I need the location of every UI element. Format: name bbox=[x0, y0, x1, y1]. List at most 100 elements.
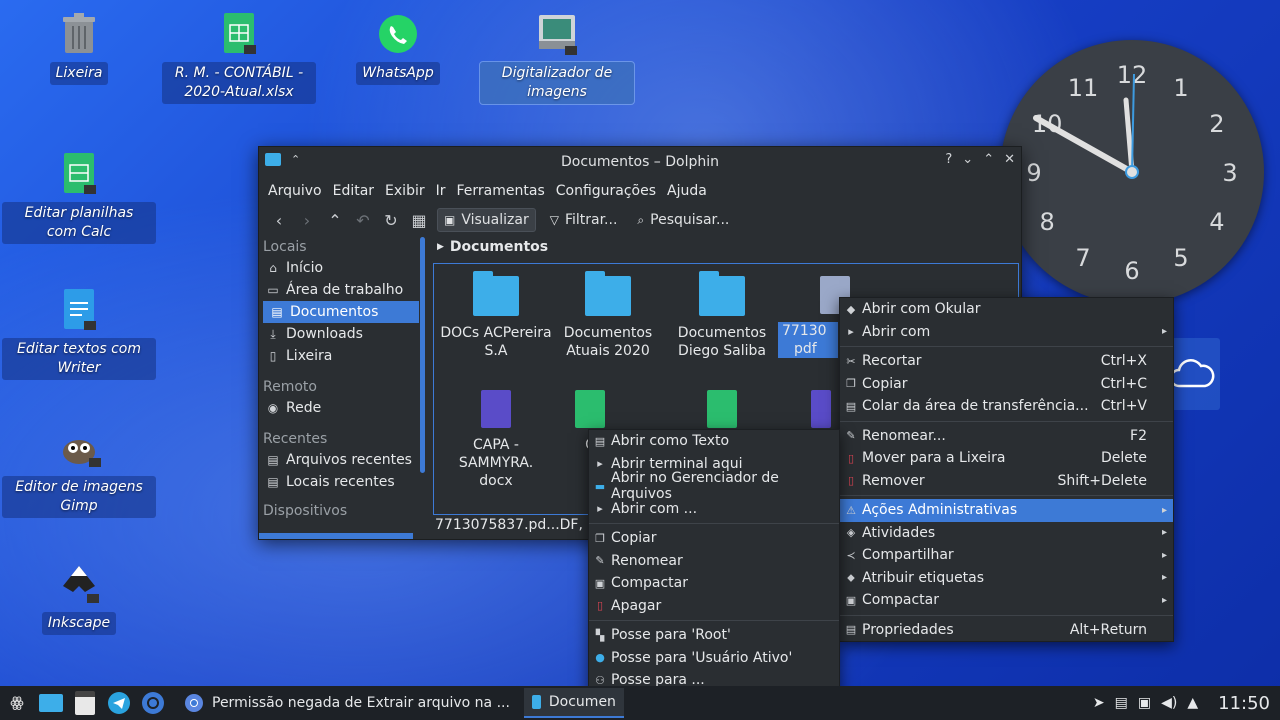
desktop-icon-spreadsheet-file[interactable]: R. M. - CONTÁBIL - 2020-Atual.xlsx bbox=[161, 10, 317, 104]
up-icon[interactable]: ⌃ bbox=[325, 211, 345, 230]
analog-clock-widget[interactable]: 111098765432112 bbox=[1000, 40, 1264, 304]
close-button[interactable]: ✕ bbox=[1004, 152, 1015, 167]
context-menu-item[interactable]: ≺ Compartilhar ▸ bbox=[840, 544, 1173, 567]
menu-item-label: Colar da área de transferência... bbox=[862, 398, 1089, 415]
sidebar-item-rede[interactable]: ◉ Rede bbox=[259, 397, 419, 419]
maximize-button[interactable]: ⌃ bbox=[983, 152, 994, 167]
view-mode-icon[interactable]: ▦ bbox=[409, 211, 429, 230]
menu-item-label: Compartilhar bbox=[862, 547, 954, 564]
desktop-icon-trash[interactable]: Lixeira bbox=[1, 10, 157, 85]
volume-icon[interactable]: ◀) bbox=[1161, 695, 1177, 711]
sidebar-horizontal-scrollbar[interactable] bbox=[259, 533, 413, 539]
filter-button[interactable]: ▽ Filtrar... bbox=[544, 209, 624, 231]
admin-menu-item[interactable]: ✎ Renomear bbox=[589, 550, 839, 573]
browser-launcher[interactable] bbox=[136, 686, 170, 720]
file-item[interactable]: Documentos Diego Saliba bbox=[666, 270, 778, 360]
dolphin-launcher[interactable] bbox=[34, 686, 68, 720]
sidebar-item-inicio[interactable]: ⌂ Início bbox=[259, 257, 419, 279]
sidebar-scrollbar[interactable] bbox=[420, 237, 425, 473]
admin-menu-item[interactable]: ▬ Abrir no Gerenciador de Arquivos bbox=[589, 470, 839, 502]
file-item[interactable]: DOCs ACPereira S.A bbox=[440, 270, 552, 360]
context-menu-item[interactable]: ▸ Abrir com ▸ bbox=[840, 321, 1173, 344]
undo-icon[interactable]: ↶ bbox=[353, 211, 373, 230]
sidebar-item-lixeira[interactable]: ▯ Lixeira bbox=[259, 345, 419, 367]
context-menu-item[interactable]: ▤ Colar da área de transferência... Ctrl+V bbox=[840, 395, 1173, 418]
desktop-icon-gimp[interactable]: Editor de imagens Gimp bbox=[1, 424, 157, 518]
view-button[interactable]: ▣ Visualizar bbox=[437, 208, 536, 232]
context-menu-main: ◆ Abrir com Okular ▸ Abrir com ▸ ✂ Recortar Ctr… bbox=[839, 297, 1174, 642]
admin-menu-item[interactable]: ▯ Apagar bbox=[589, 595, 839, 618]
file-name: DOCs ACPereira S.A bbox=[440, 325, 552, 359]
menu-item-label: Ações Administrativas bbox=[862, 502, 1018, 519]
context-menu-item[interactable]: ▤ Propriedades Alt+Return bbox=[840, 619, 1173, 642]
launcher-icon[interactable]: ꙮ bbox=[0, 686, 34, 720]
sidebar-item-arquivos-recentes[interactable]: ▤ Arquivos recentes bbox=[259, 449, 419, 471]
search-button[interactable]: ⌕ Pesquisar... bbox=[631, 209, 735, 231]
file-name-line2: pdf bbox=[794, 341, 817, 357]
context-menu-item[interactable]: ⚠ Ações Administrativas ▸ bbox=[840, 499, 1173, 522]
context-menu-item[interactable]: ◈ Atividades ▸ bbox=[840, 522, 1173, 545]
menu-item-label: Remover bbox=[862, 472, 925, 489]
telegram-tray-icon[interactable]: ➤ bbox=[1093, 695, 1105, 711]
context-menu-item[interactable]: ▯ Mover para a Lixeira Delete bbox=[840, 447, 1173, 470]
gimp-icon bbox=[55, 424, 103, 472]
menu-item-shortcut: Ctrl+X bbox=[1100, 353, 1147, 370]
context-menu-item[interactable]: ✎ Renomear... F2 bbox=[840, 425, 1173, 448]
admin-menu-item[interactable]: ▚ Posse para 'Root' bbox=[589, 624, 839, 647]
admin-menu-item[interactable]: ● Posse para 'Usuário Ativo' bbox=[589, 647, 839, 670]
minimize-button[interactable]: ⌄ bbox=[962, 152, 973, 167]
desktop-icon-writer[interactable]: Editar textos com Writer bbox=[1, 286, 157, 380]
context-menu-item[interactable]: ▣ Compactar ▸ bbox=[840, 589, 1173, 612]
menu-arquivo[interactable]: Arquivo bbox=[268, 183, 322, 199]
admin-menu-item[interactable]: ▤ Abrir como Texto bbox=[589, 430, 839, 453]
sidebar-item-documentos[interactable]: ▤ Documentos bbox=[263, 301, 419, 323]
task-chrome[interactable]: Permissão negada de Extrair arquivo na .… bbox=[176, 688, 518, 718]
menu-editar[interactable]: Editar bbox=[333, 183, 374, 199]
sidebar-item-downloads[interactable]: ⤓ Downloads bbox=[259, 323, 419, 345]
context-menu-item[interactable]: ✂ Recortar Ctrl+X bbox=[840, 350, 1173, 373]
context-menu-item[interactable]: ▯ Remover Shift+Delete bbox=[840, 470, 1173, 493]
forward-icon[interactable]: › bbox=[297, 211, 317, 230]
help-button[interactable]: ? bbox=[945, 152, 952, 167]
taskbar-clock[interactable]: 11:50 bbox=[1218, 693, 1270, 714]
file-item[interactable]: Documentos Atuais 2020 bbox=[552, 270, 664, 360]
desktop-icon: ▭ bbox=[267, 283, 279, 297]
menu-ir[interactable]: Ir bbox=[436, 183, 446, 199]
menu-separator bbox=[589, 620, 839, 621]
desktop-icon-calc[interactable]: Editar planilhas com Calc bbox=[1, 150, 157, 244]
menu-configuracoes[interactable]: Configurações bbox=[556, 183, 656, 199]
desktop-icon-inkscape[interactable]: Inkscape bbox=[1, 560, 157, 635]
desktop-icon-scanner[interactable]: Digitalizador de imagens bbox=[479, 10, 635, 105]
sidebar-item-locais-recentes[interactable]: ▤ Locais recentes bbox=[259, 471, 419, 493]
menu-ferramentas[interactable]: Ferramentas bbox=[457, 183, 545, 199]
clipboard-icon[interactable]: ▤ bbox=[1115, 695, 1128, 711]
context-menu-item[interactable]: ❐ Copiar Ctrl+C bbox=[840, 373, 1173, 396]
file-item[interactable]: CAPA - SAMMYRA. docx bbox=[440, 384, 552, 490]
task-label: Documen bbox=[548, 694, 616, 710]
back-icon[interactable]: ‹ bbox=[269, 211, 289, 230]
breadcrumb[interactable]: ▶ Documentos bbox=[433, 235, 1021, 259]
trash-icon: ▯ bbox=[269, 349, 277, 363]
calculator-launcher[interactable] bbox=[68, 686, 102, 720]
properties-icon: ▤ bbox=[845, 623, 857, 637]
context-menu-item[interactable]: ⬥ Atribuir etiquetas ▸ bbox=[840, 567, 1173, 590]
task-dolphin[interactable]: Documen bbox=[523, 688, 624, 718]
expand-tray-icon[interactable]: ▲ bbox=[1187, 695, 1198, 711]
document-icon bbox=[811, 390, 831, 428]
desktop-icon-whatsapp[interactable]: WhatsApp bbox=[320, 10, 476, 85]
keep-above-icon[interactable]: ⌃ bbox=[291, 153, 300, 166]
devices-icon[interactable]: ▣ bbox=[1138, 695, 1151, 711]
admin-menu-item[interactable]: ▣ Compactar bbox=[589, 572, 839, 595]
sidebar-item-area-de-trabalho[interactable]: ▭ Área de trabalho bbox=[259, 279, 419, 301]
file-item-selected[interactable]: 77130 pdf bbox=[778, 270, 850, 358]
admin-menu-item[interactable]: ▸ Abrir com ... bbox=[589, 498, 839, 521]
context-menu-item[interactable]: ◆ Abrir com Okular bbox=[840, 298, 1173, 321]
cloud-icon bbox=[1169, 359, 1215, 388]
menu-item-label: Compactar bbox=[611, 575, 688, 592]
window-titlebar[interactable]: ⌃ Documentos – Dolphin ? ⌄ ⌃ ✕ bbox=[259, 147, 1021, 177]
menu-exibir[interactable]: Exibir bbox=[385, 183, 425, 199]
telegram-launcher[interactable] bbox=[102, 686, 136, 720]
reload-icon[interactable]: ↻ bbox=[381, 211, 401, 230]
menu-ajuda[interactable]: Ajuda bbox=[667, 183, 707, 199]
admin-menu-item[interactable]: ❐ Copiar bbox=[589, 527, 839, 550]
